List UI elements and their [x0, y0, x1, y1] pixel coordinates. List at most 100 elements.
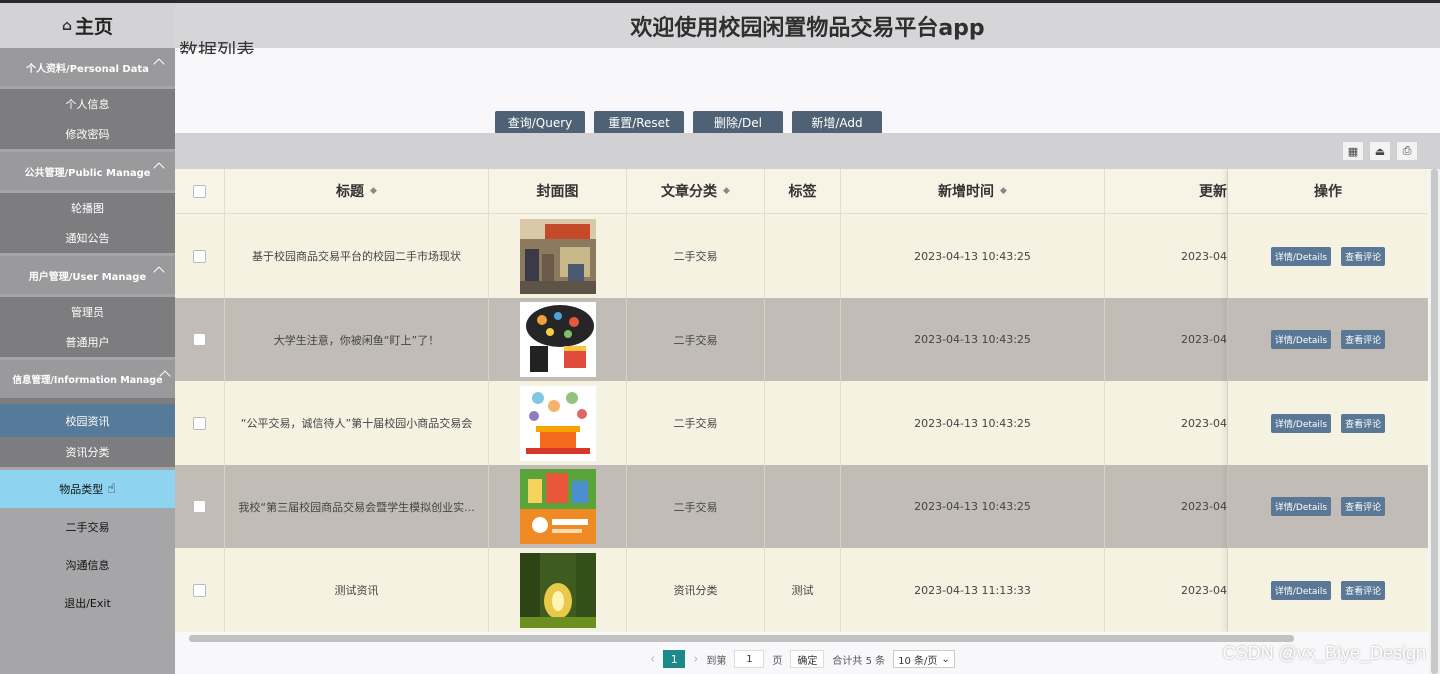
sidebar-item-carousel[interactable]: 轮播图	[0, 193, 175, 223]
sidebar: ⌂ 主页 个人资料/Personal Data 个人信息 修改密码 公共管理/P…	[0, 3, 175, 674]
column-header-category[interactable]: 文章分类 ◆	[627, 169, 765, 213]
sidebar-group-label: 公共管理/Public Manage	[24, 167, 151, 179]
row-tag	[765, 381, 841, 465]
cover-image-campus-second-hand	[519, 469, 596, 544]
row-tag	[765, 214, 841, 298]
sidebar-home[interactable]: ⌂ 主页	[0, 3, 175, 48]
current-page-button[interactable]: 1	[663, 650, 686, 668]
row-created: 2023-04-13 11:13:33	[841, 548, 1105, 632]
sidebar-item-second-hand[interactable]: 二手交易	[0, 508, 175, 546]
row-category: 二手交易	[627, 381, 765, 465]
cover-image-cell	[489, 214, 627, 298]
sidebar-item-exit[interactable]: 退出/Exit	[0, 584, 175, 622]
row-category: 资讯分类	[627, 548, 765, 632]
fixed-actions-column	[1228, 169, 1428, 632]
cover-image-cell	[489, 381, 627, 465]
vertical-scroll-thumb[interactable]	[1431, 169, 1438, 674]
confirm-page-button[interactable]: 确定	[790, 650, 825, 668]
row-title: 大学生注意，你被闲鱼“盯上”了！	[225, 298, 489, 381]
row-created: 2023-04-13 10:43:25	[841, 298, 1105, 381]
sort-icon: ◆	[370, 186, 377, 196]
row-tag: 测试	[765, 548, 841, 632]
row-checkbox[interactable]	[193, 333, 206, 346]
row-created: 2023-04-13 10:43:25	[841, 214, 1105, 298]
row-title: “公平交易，诚信待人”第十届校园小商品交易会	[225, 381, 489, 465]
query-button[interactable]: 查询/Query	[495, 111, 585, 134]
watermark: CSDN @vx_Biye_Design	[1222, 643, 1426, 663]
select-all-cell	[175, 169, 225, 213]
sidebar-group-public[interactable]: 公共管理/Public Manage	[0, 152, 175, 190]
row-created: 2023-04-13 10:43:25	[841, 465, 1105, 548]
column-header-title[interactable]: 标题 ◆	[225, 169, 489, 213]
sidebar-item-change-password[interactable]: 修改密码	[0, 119, 175, 149]
row-title: 我校“第三届校园商品交易会暨学生模拟创业实...	[225, 465, 489, 548]
row-updated: 2023-04	[1105, 381, 1228, 465]
sidebar-home-label: 主页	[75, 16, 114, 38]
cover-image-cell	[489, 548, 627, 632]
chevron-up-icon	[153, 266, 165, 278]
sidebar-group-info[interactable]: 信息管理/Information Manage	[0, 360, 175, 398]
row-checkbox[interactable]	[193, 249, 206, 263]
row-updated: 2023-04	[1105, 214, 1228, 298]
cover-image-cell	[489, 298, 627, 381]
next-page-icon[interactable]: ›	[693, 652, 698, 667]
table-toolbar: ▦ ⏏ ⎙	[175, 133, 1440, 169]
sidebar-item-admin[interactable]: 管理员	[0, 297, 175, 327]
column-header-created[interactable]: 新增时间 ◆	[841, 169, 1105, 213]
delete-button[interactable]: 删除/Del	[693, 111, 783, 134]
sidebar-group-label: 个人资料/Personal Data	[26, 63, 149, 75]
sidebar-group-label: 用户管理/User Manage	[28, 271, 147, 283]
columns-icon[interactable]: ▦	[1342, 141, 1364, 161]
select-all-checkbox[interactable]	[193, 184, 206, 198]
page-size-select[interactable]: 10 条/页 ⌄	[893, 650, 955, 668]
vertical-scrollbar[interactable]	[1429, 169, 1440, 674]
cover-image-fair	[519, 385, 596, 461]
row-checkbox[interactable]	[193, 500, 206, 513]
main-content: 数据列表 查询/Query 重置/Reset 删除/Del 新增/Add ▦ ⏏…	[175, 40, 1440, 674]
row-created: 2023-04-13 10:43:25	[841, 381, 1105, 465]
sidebar-group-personal[interactable]: 个人资料/Personal Data	[0, 48, 175, 86]
cover-image-cell	[489, 465, 627, 548]
prev-page-icon[interactable]: ‹	[650, 652, 655, 667]
sidebar-group-user[interactable]: 用户管理/User Manage	[0, 256, 175, 294]
sort-icon: ◆	[723, 186, 730, 196]
row-category: 二手交易	[627, 214, 765, 298]
sidebar-item-messages[interactable]: 沟通信息	[0, 546, 175, 584]
sidebar-item-personal-info[interactable]: 个人信息	[0, 89, 175, 119]
column-header-cover: 封面图	[489, 169, 627, 213]
sidebar-item-campus-news[interactable]: 校园资讯	[0, 404, 175, 437]
sidebar-item-notice[interactable]: 通知公告	[0, 223, 175, 253]
chevron-up-icon	[153, 162, 165, 174]
chevron-down-icon: ⌄	[941, 653, 950, 665]
row-updated: 2023-04	[1105, 298, 1228, 381]
horizontal-scrollbar[interactable]	[179, 634, 1429, 643]
page-title: 数据列表	[179, 40, 256, 54]
row-updated: 2023-04	[1105, 548, 1228, 632]
home-icon: ⌂	[61, 17, 72, 34]
export-icon[interactable]: ⏏	[1369, 141, 1391, 161]
cover-image-thought-cloud	[519, 302, 596, 377]
add-button[interactable]: 新增/Add	[792, 111, 882, 134]
row-category: 二手交易	[627, 465, 765, 548]
horizontal-scroll-thumb[interactable]	[189, 635, 1294, 642]
row-checkbox[interactable]	[193, 583, 206, 597]
row-tag	[765, 465, 841, 548]
page-header: 欢迎使用校园闲置物品交易平台app	[175, 3, 1440, 48]
chevron-up-icon	[153, 58, 165, 70]
column-header-tag: 标签	[765, 169, 841, 213]
data-table: 标题 ◆ 封面图 文章分类 ◆ 标签 新增时间 ◆ 更新 操作 基于校园商品交易平台的…	[175, 169, 1428, 632]
row-checkbox[interactable]	[193, 416, 206, 430]
sidebar-item-news-category[interactable]: 资讯分类	[0, 437, 175, 467]
goto-label: 到第	[706, 655, 727, 667]
column-header-updated: 更新	[1105, 169, 1228, 213]
print-icon[interactable]: ⎙	[1396, 141, 1418, 161]
row-updated: 2023-04	[1105, 465, 1228, 548]
goto-page-input[interactable]: 1	[734, 650, 765, 668]
page-unit-label: 页	[772, 655, 783, 667]
sidebar-item-users[interactable]: 普通用户	[0, 327, 175, 357]
row-tag	[765, 298, 841, 381]
sidebar-group-label: 信息管理/Information Manage	[12, 375, 163, 386]
reset-button[interactable]: 重置/Reset	[594, 111, 684, 134]
sidebar-item-item-type[interactable]: 物品类型 ☝	[0, 470, 175, 508]
total-count: 合计共 5 条	[832, 655, 886, 667]
